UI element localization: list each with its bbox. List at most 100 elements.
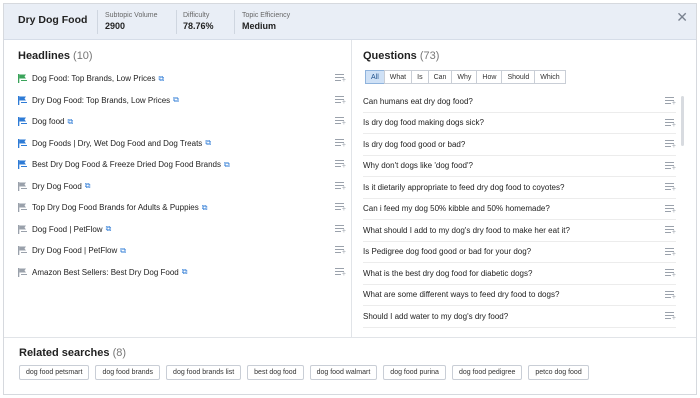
header-divider <box>97 10 98 34</box>
headline-text[interactable]: Dry Dog Food: Top Brands, Low Prices <box>32 96 170 105</box>
gray-flag-icon <box>18 224 28 234</box>
metric-label: Subtopic Volume <box>105 12 158 19</box>
add-to-list-icon[interactable]: + <box>335 160 346 170</box>
question-text[interactable]: Is dry dog food good or bad? <box>363 140 465 149</box>
related-tag[interactable]: dog food pedigree <box>451 365 523 380</box>
gray-flag-icon <box>18 267 28 277</box>
related-tag[interactable]: best dog food <box>247 365 304 380</box>
external-link-icon[interactable]: ⧉ <box>158 74 164 84</box>
add-to-list-icon[interactable]: + <box>335 181 346 192</box>
question-text[interactable]: What is the best dry dog food for diabet… <box>363 269 532 278</box>
question-text[interactable]: Should I add water to my dog's dry food? <box>363 312 508 321</box>
topic-card: Dry Dog Food Subtopic Volume 2900 Diffic… <box>3 3 697 395</box>
add-to-list-icon[interactable]: + <box>665 226 676 236</box>
add-to-list-icon[interactable]: + <box>665 290 676 301</box>
add-to-list-icon[interactable]: + <box>665 269 676 279</box>
filter-why[interactable]: Why <box>451 70 478 84</box>
external-link-icon[interactable]: ⧉ <box>67 117 73 127</box>
question-text[interactable]: What are some different ways to feed dry… <box>363 290 559 299</box>
filter-what[interactable]: What <box>383 70 413 84</box>
external-link-icon[interactable]: ⧉ <box>182 267 188 277</box>
add-to-list-icon[interactable]: + <box>665 247 676 258</box>
add-to-list-icon[interactable]: + <box>665 204 676 215</box>
header-divider <box>176 10 177 34</box>
external-link-icon[interactable]: ⧉ <box>205 138 211 148</box>
related-tag[interactable]: dog food walmart <box>309 365 378 380</box>
related-tag[interactable]: dog food brands <box>95 365 161 380</box>
headline-text[interactable]: Dog Food: Top Brands, Low Prices <box>32 74 155 83</box>
gray-flag-icon <box>18 246 28 256</box>
external-link-icon[interactable]: ⧉ <box>106 224 112 234</box>
add-to-list-icon[interactable]: + <box>665 312 676 322</box>
blue-flag-icon <box>18 160 28 170</box>
add-to-list-icon[interactable]: + <box>335 138 346 149</box>
question-row: Can humans eat dry dog food? + <box>363 91 676 113</box>
headline-text[interactable]: Best Dry Dog Food & Freeze Dried Dog Foo… <box>32 160 221 169</box>
close-icon[interactable]: ✕ <box>676 9 688 26</box>
add-to-list-icon[interactable]: + <box>335 246 346 256</box>
headline-text[interactable]: Dog food <box>32 117 64 126</box>
headline-text[interactable]: Dry Dog Food | PetFlow <box>32 246 117 255</box>
external-link-icon[interactable]: ⧉ <box>173 95 179 105</box>
external-link-icon[interactable]: ⧉ <box>224 160 230 170</box>
question-text[interactable]: Why don't dogs like 'dog food'? <box>363 161 473 170</box>
headlines-list: Dog Food: Top Brands, Low Prices ⧉ + Dry Do… <box>18 68 346 283</box>
question-text[interactable]: What should I add to my dog's dry food t… <box>363 226 570 235</box>
question-row: Can i feed my dog 50% kibble and 50% hom… <box>363 199 676 220</box>
question-text[interactable]: Can humans eat dry dog food? <box>363 97 473 106</box>
headline-text[interactable]: Top Dry Dog Food Brands for Adults & Pup… <box>32 203 199 212</box>
external-link-icon[interactable]: ⧉ <box>120 246 126 256</box>
questions-count: (73) <box>419 50 440 62</box>
question-text[interactable]: Is it dietarily appropriate to feed dry … <box>363 183 564 192</box>
headline-row: Best Dry Dog Food & Freeze Dried Dog Foo… <box>18 154 346 176</box>
filter-can[interactable]: Can <box>427 70 453 84</box>
related-tag[interactable]: petco dog food <box>528 365 589 380</box>
questions-scrollbar[interactable] <box>681 96 684 146</box>
filter-which[interactable]: Which <box>534 70 566 84</box>
headlines-count: (10) <box>73 50 93 62</box>
headline-text[interactable]: Dog Food | PetFlow <box>32 225 103 234</box>
column-divider <box>351 40 352 337</box>
headline-row: Dog Food | PetFlow ⧉ + <box>18 219 346 241</box>
add-to-list-icon[interactable]: + <box>665 97 676 107</box>
external-link-icon[interactable]: ⧉ <box>202 203 208 213</box>
related-tag[interactable]: dog food brands list <box>166 365 242 380</box>
metric-subtopic-volume: Subtopic Volume 2900 <box>105 12 158 31</box>
filter-all[interactable]: All <box>365 70 385 84</box>
related-tag[interactable]: dog food petsmart <box>19 365 90 380</box>
headline-row: Dry Dog Food ⧉ + <box>18 176 346 198</box>
question-text[interactable]: Is dry dog food making dogs sick? <box>363 118 484 127</box>
add-to-list-icon[interactable]: + <box>665 140 676 150</box>
related-tags: dog food petsmart dog food brands dog food… <box>19 365 595 380</box>
question-text[interactable]: Can i feed my dog 50% kibble and 50% hom… <box>363 204 550 213</box>
external-link-icon[interactable]: ⧉ <box>85 181 91 191</box>
related-tag[interactable]: dog food purina <box>383 365 446 380</box>
metric-label: Topic Efficiency <box>242 12 291 19</box>
add-to-list-icon[interactable]: + <box>335 74 346 84</box>
filter-should[interactable]: Should <box>501 70 536 84</box>
question-row: Is it dietarily appropriate to feed dry … <box>363 177 676 199</box>
filter-how[interactable]: How <box>476 70 503 84</box>
gray-flag-icon <box>18 203 28 213</box>
headlines-title-label: Headlines <box>18 50 70 62</box>
headline-text[interactable]: Dog Foods | Dry, Wet Dog Food and Dog Tr… <box>32 139 202 148</box>
headline-text[interactable]: Dry Dog Food <box>32 182 82 191</box>
add-to-list-icon[interactable]: + <box>335 203 346 213</box>
add-to-list-icon[interactable]: + <box>335 95 346 106</box>
add-to-list-icon[interactable]: + <box>335 224 346 235</box>
add-to-list-icon[interactable]: + <box>335 267 346 278</box>
headline-row: Dry Dog Food: Top Brands, Low Prices ⧉ + <box>18 90 346 112</box>
question-row: What should I add to my dog's dry food t… <box>363 220 676 242</box>
question-row: Is dry dog food good or bad? + <box>363 134 676 156</box>
topic-header: Dry Dog Food Subtopic Volume 2900 Diffic… <box>4 4 696 40</box>
headline-text[interactable]: Amazon Best Sellers: Best Dry Dog Food <box>32 268 179 277</box>
questions-title: Questions (73) <box>363 50 439 62</box>
add-to-list-icon[interactable]: + <box>335 117 346 127</box>
add-to-list-icon[interactable]: + <box>665 161 676 172</box>
add-to-list-icon[interactable]: + <box>665 183 676 193</box>
metric-value: Medium <box>242 21 277 31</box>
filter-is[interactable]: Is <box>411 70 429 84</box>
add-to-list-icon[interactable]: + <box>665 118 676 129</box>
blue-flag-icon <box>18 138 28 148</box>
question-text[interactable]: Is Pedigree dog food good or bad for you… <box>363 247 531 256</box>
